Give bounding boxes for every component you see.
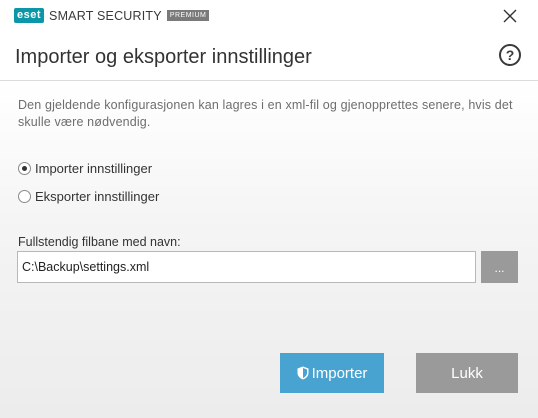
page-title: Importer og eksporter innstillinger <box>15 46 312 68</box>
eset-logo: eset SMART SECURITY PREMIUM <box>14 8 210 23</box>
close-button[interactable]: Lukk <box>416 353 518 393</box>
file-path-label: Fullstendig filbane med navn: <box>18 235 181 249</box>
shield-icon <box>297 366 309 380</box>
product-name: SMART SECURITY <box>49 8 162 23</box>
title-bar: eset SMART SECURITY PREMIUM <box>0 0 538 32</box>
close-window-button[interactable] <box>500 6 520 26</box>
edition-badge: PREMIUM <box>166 10 210 21</box>
help-button[interactable]: ? <box>499 44 521 66</box>
close-icon <box>503 9 517 23</box>
import-settings-label: Importer innstillinger <box>35 161 153 176</box>
brand-badge: eset <box>14 8 45 23</box>
dialog-content: Den gjeldende konfigurasjonen kan lagres… <box>0 81 538 418</box>
radio-checked-icon[interactable] <box>18 162 31 175</box>
export-settings-label: Eksporter innstillinger <box>35 189 160 204</box>
question-circle-icon: ? <box>505 47 515 63</box>
import-button[interactable]: Importer <box>280 353 384 393</box>
browse-button[interactable]: ... <box>481 251 518 283</box>
import-button-label: Importer <box>311 364 368 382</box>
radio-unchecked-icon[interactable] <box>18 190 31 203</box>
import-settings-radio[interactable]: Importer innstillinger <box>18 161 152 176</box>
dialog-header: Importer og eksporter innstillinger ? <box>0 32 538 81</box>
description-text: Den gjeldende konfigurasjonen kan lagres… <box>18 98 513 129</box>
file-path-input[interactable] <box>17 251 476 283</box>
export-settings-radio[interactable]: Eksporter innstillinger <box>18 189 159 204</box>
